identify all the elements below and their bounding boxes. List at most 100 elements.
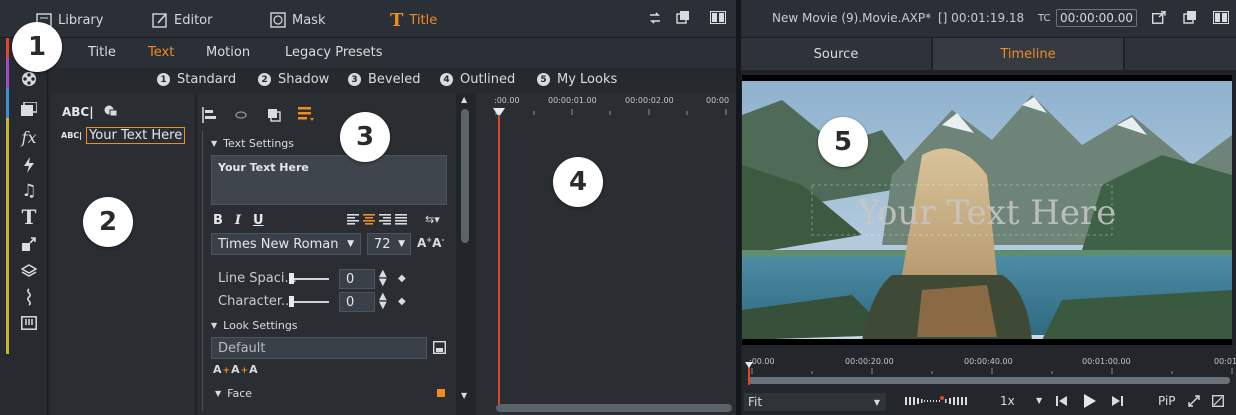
- look-tab-my-looks[interactable]: 5 My Looks: [537, 72, 617, 87]
- next-frame-icon[interactable]: [1111, 395, 1123, 407]
- mask-tab[interactable]: Mask: [270, 10, 325, 30]
- font-size-grow-shrink-icon[interactable]: A+A-: [417, 236, 444, 250]
- preview-title-text[interactable]: Your Text Here: [782, 193, 1192, 233]
- add-text-layer-button[interactable]: ABC|: [62, 105, 94, 119]
- video-preview[interactable]: Your Text Here: [742, 75, 1232, 345]
- justify-text-icon[interactable]: [395, 214, 407, 225]
- layer-item[interactable]: ABC| Your Text Here: [61, 127, 186, 144]
- text-settings-label: Text Settings: [223, 137, 295, 150]
- jog-shuttle-slider[interactable]: [905, 395, 973, 407]
- text-settings-active-icon[interactable]: [298, 106, 314, 122]
- line-spacing-input[interactable]: 0: [339, 269, 375, 289]
- timeline-tick-label: :00.00: [494, 96, 520, 105]
- line-spacing-slider-knob[interactable]: [289, 273, 294, 284]
- timeline-tab[interactable]: Timeline: [933, 38, 1123, 70]
- undock-icon[interactable]: [676, 10, 690, 24]
- look-tab-label: Shadow: [278, 72, 330, 87]
- line-spacing-stepper-icon[interactable]: ▲ ▼: [379, 269, 387, 288]
- align-text-left-icon[interactable]: [347, 214, 359, 225]
- tab-title[interactable]: Title: [88, 45, 116, 60]
- preview-playhead[interactable]: [748, 365, 750, 385]
- scrollbar-thumb[interactable]: [461, 109, 469, 243]
- timecode-field[interactable]: 00:00:00.00: [1056, 9, 1137, 27]
- tab-motion[interactable]: Motion: [206, 45, 250, 60]
- look-tab-outlined[interactable]: 4 Outlined: [440, 72, 515, 87]
- face-layer-header[interactable]: ▼ Face: [215, 387, 252, 400]
- play-icon[interactable]: [1083, 393, 1097, 409]
- keyframe-diamond-icon[interactable]: ◆: [398, 273, 406, 284]
- character-spacing-slider-knob[interactable]: [289, 296, 294, 307]
- safe-area-icon[interactable]: [1212, 395, 1224, 407]
- scroll-up-icon[interactable]: ▲: [461, 95, 467, 104]
- tab-text[interactable]: Text: [148, 45, 174, 60]
- save-look-icon[interactable]: [433, 341, 446, 354]
- playhead-line[interactable]: [498, 115, 500, 405]
- character-spacing-input[interactable]: 0: [339, 292, 375, 312]
- playback-speed-value[interactable]: 1x: [1000, 394, 1015, 408]
- settings-scrollbar[interactable]: ▲ ▼: [456, 93, 476, 415]
- look-settings-label: Look Settings: [223, 319, 298, 332]
- face-label: Face: [227, 387, 253, 400]
- pip-button[interactable]: PiP: [1158, 394, 1176, 408]
- text-direction-dropdown-icon[interactable]: ⇆▾: [425, 213, 440, 226]
- preview-layout-icon[interactable]: [1213, 11, 1229, 24]
- editor-tab[interactable]: Editor: [152, 10, 212, 30]
- previous-frame-icon[interactable]: [1056, 395, 1068, 407]
- titles-t-icon[interactable]: T: [18, 205, 40, 229]
- underline-button[interactable]: U: [253, 213, 264, 228]
- media-bin-icon[interactable]: [18, 98, 40, 120]
- timeline-tick-label: 00:00:01.00: [548, 96, 597, 105]
- face-color-swatch[interactable]: [437, 389, 445, 397]
- scroll-down-icon[interactable]: ▼: [461, 391, 467, 400]
- tab-legacy-presets[interactable]: Legacy Presets: [285, 45, 383, 60]
- arrange-icon[interactable]: [267, 108, 281, 122]
- align-text-right-icon[interactable]: [379, 214, 391, 225]
- title-tab[interactable]: T Title: [390, 10, 437, 31]
- preview-ruler-tick: 00:01: [1214, 357, 1236, 366]
- timeline-hscrollbar[interactable]: [496, 404, 732, 412]
- layout-icon[interactable]: [710, 11, 726, 24]
- preview-timeline-ruler[interactable]: :00.00 00:00:20.00 00:00:40.00 00:01:00.…: [742, 345, 1236, 389]
- add-shape-icon[interactable]: [104, 105, 118, 117]
- text-content-input[interactable]: Your Text Here: [211, 155, 447, 205]
- group-icon[interactable]: [235, 111, 247, 119]
- align-text-center-icon[interactable]: [363, 214, 375, 225]
- timeline-ruler[interactable]: [476, 107, 736, 117]
- music-note-icon[interactable]: ♫: [18, 180, 40, 202]
- look-preset-input[interactable]: Default: [211, 337, 427, 359]
- keyframe-diamond-icon[interactable]: ◆: [398, 296, 406, 307]
- preview-scrub-bar[interactable]: [748, 377, 1230, 384]
- italic-button[interactable]: I: [235, 213, 241, 228]
- preview-playhead-handle[interactable]: [745, 362, 753, 368]
- source-tab[interactable]: Source: [741, 38, 931, 70]
- pan-zoom-icon[interactable]: [18, 233, 40, 255]
- export-frame-icon[interactable]: [1152, 11, 1166, 24]
- markers-icon[interactable]: [18, 312, 40, 334]
- font-family-select[interactable]: Times New Roman ▼: [211, 233, 361, 255]
- swap-icon[interactable]: [648, 11, 662, 25]
- character-spacing-stepper-icon[interactable]: ▲ ▼: [379, 292, 387, 311]
- font-size-select[interactable]: 72 ▼: [367, 233, 411, 255]
- look-tab-shadow[interactable]: 2 Shadow: [258, 72, 329, 87]
- character-spacing-slider[interactable]: [291, 301, 329, 303]
- look-tab-beveled[interactable]: 3 Beveled: [348, 72, 420, 87]
- fullscreen-icon[interactable]: [1188, 395, 1200, 407]
- line-spacing-slider[interactable]: [291, 278, 329, 280]
- speed-dropdown-icon[interactable]: ▼: [1036, 396, 1042, 405]
- text-settings-header[interactable]: ▼ Text Settings: [211, 137, 294, 150]
- zoom-fit-select[interactable]: Fit ▼: [744, 393, 886, 411]
- add-look-layers-icon[interactable]: A+A+A: [213, 363, 259, 376]
- callout-1: 1: [12, 22, 62, 72]
- undock-preview-icon[interactable]: [1183, 10, 1197, 24]
- layers-icon[interactable]: [18, 260, 40, 282]
- effects-fx-icon[interactable]: fx: [18, 126, 40, 148]
- align-left-icon[interactable]: [202, 107, 216, 123]
- bold-button[interactable]: B: [213, 213, 223, 228]
- look-settings-header[interactable]: ▼ Look Settings: [211, 319, 298, 332]
- look-tab-label: My Looks: [557, 72, 618, 87]
- look-tab-standard[interactable]: 1 Standard: [157, 72, 236, 87]
- look-tab-label: Beveled: [368, 72, 421, 87]
- chroma-key-icon[interactable]: [18, 286, 40, 308]
- transitions-bolt-icon[interactable]: [18, 154, 40, 176]
- editor-tab-label: Editor: [174, 12, 213, 28]
